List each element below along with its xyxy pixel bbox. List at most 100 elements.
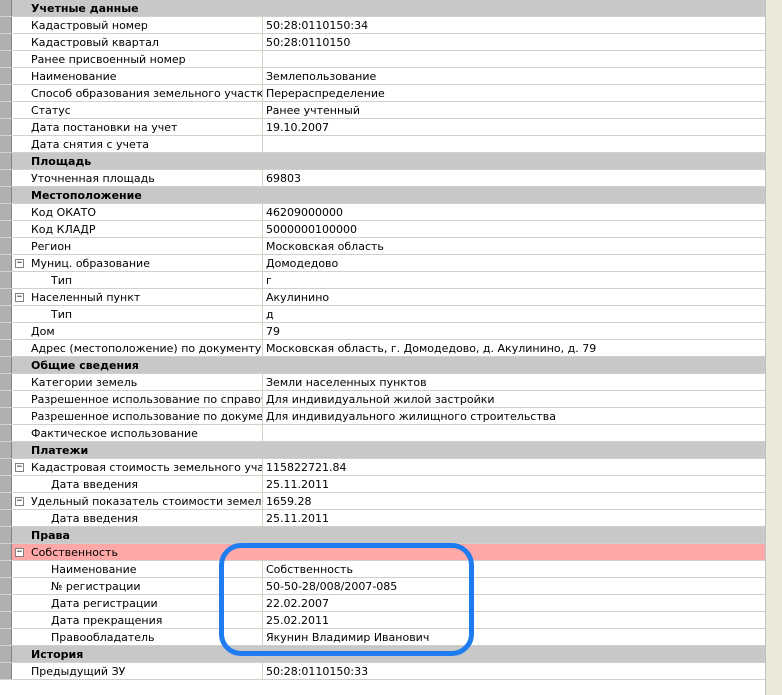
row-gutter <box>0 170 12 186</box>
property-value[interactable]: 5000000100000 <box>265 221 765 237</box>
row-gutter <box>0 476 12 492</box>
property-row[interactable]: Код КЛАДР 5000000100000 <box>0 221 765 238</box>
property-value[interactable]: 115822721.84 <box>265 459 765 475</box>
property-value[interactable]: 79 <box>265 323 765 339</box>
property-row[interactable]: Кадастровый номер 50:28:0110150:34 <box>0 17 765 34</box>
property-value[interactable]: 50:28:0110150:34 <box>265 17 765 33</box>
property-row[interactable]: Уточненная площадь 69803 <box>0 170 765 187</box>
category-label: Учетные данные <box>31 2 139 15</box>
property-row[interactable]: Дата снятия с учета <box>0 136 765 153</box>
property-value[interactable]: 25.11.2011 <box>265 476 765 492</box>
property-row[interactable]: Дом 79 <box>0 323 765 340</box>
property-row[interactable]: Статус Ранее учтенный <box>0 102 765 119</box>
property-row[interactable]: Разрешенное использование по документу Дл… <box>0 408 765 425</box>
row-gutter <box>0 272 12 288</box>
property-name: Кадастровая стоимость земельного участка <box>31 459 263 475</box>
property-value[interactable]: Московская область, г. Домодедово, д. Ак… <box>265 340 765 356</box>
property-value[interactable]: 69803 <box>265 170 765 186</box>
tree-node: − <box>12 459 28 475</box>
property-row[interactable]: Дата постановки на учет 19.10.2007 <box>0 119 765 136</box>
property-name: Удельный показатель стоимости земель <box>31 493 263 509</box>
category-label: Платежи <box>31 444 89 457</box>
row-gutter <box>0 204 12 220</box>
property-value[interactable]: Московская область <box>265 238 765 254</box>
property-value[interactable] <box>265 136 765 152</box>
row-gutter <box>0 306 12 322</box>
property-row[interactable]: Способ образования земельного участка Пер… <box>0 85 765 102</box>
property-row[interactable]: Кадастровый квартал 50:28:0110150 <box>0 34 765 51</box>
row-gutter <box>0 561 12 577</box>
property-value[interactable]: Перераспределение <box>265 85 765 101</box>
property-value[interactable]: 46209000000 <box>265 204 765 220</box>
property-row[interactable]: − Населенный пункт Акулинино <box>0 289 765 306</box>
property-name: Уточненная площадь <box>31 170 263 186</box>
property-row[interactable]: Дата введения 25.11.2011 <box>0 476 765 493</box>
property-value[interactable]: г <box>265 272 765 288</box>
row-gutter <box>0 221 12 237</box>
vertical-scrollbar[interactable] <box>765 0 782 695</box>
property-name: Код ОКАТО <box>31 204 263 220</box>
property-row[interactable]: − Муниц. образование Домодедово <box>0 255 765 272</box>
property-row[interactable]: −Кадастровая стоимость земельного участк… <box>0 459 765 476</box>
property-value[interactable]: Для индивидуального жилищного строительс… <box>265 408 765 424</box>
row-gutter <box>0 544 12 560</box>
row-gutter <box>0 391 12 407</box>
property-value[interactable]: Землепользование <box>265 68 765 84</box>
property-value[interactable]: Для индивидуальной жилой застройки <box>265 391 765 407</box>
property-row[interactable]: Предыдущий ЗУ 50:28:0110150:33 <box>0 663 765 680</box>
row-gutter <box>0 289 12 305</box>
property-row[interactable]: Тип д <box>0 306 765 323</box>
category-label: Местоположение <box>31 189 142 202</box>
row-gutter <box>0 578 12 594</box>
property-row[interactable]: Адрес (местоположение) по документу Моско… <box>0 340 765 357</box>
property-row[interactable]: − Удельный показатель стоимости земель 165… <box>0 493 765 510</box>
collapse-icon[interactable]: − <box>15 259 24 268</box>
property-value[interactable]: Домодедово <box>265 255 765 271</box>
property-row[interactable]: Код ОКАТО 46209000000 <box>0 204 765 221</box>
property-row[interactable]: Дата введения 25.11.2011 <box>0 510 765 527</box>
property-value[interactable]: 1659.28 <box>265 493 765 509</box>
tree-node: − <box>12 544 28 560</box>
row-gutter <box>0 255 12 271</box>
property-name: Способ образования земельного участка <box>31 85 263 101</box>
property-row[interactable]: Разрешенное использование по справочни Дл… <box>0 391 765 408</box>
property-row[interactable]: Категории земель Земли населенных пунктов <box>0 374 765 391</box>
property-value[interactable]: 25.11.2011 <box>265 510 765 526</box>
property-value[interactable]: Земли населенных пунктов <box>265 374 765 390</box>
collapse-icon[interactable]: − <box>15 497 24 506</box>
property-value[interactable] <box>265 425 765 441</box>
row-gutter <box>0 136 12 152</box>
property-name: Категории земель <box>31 374 263 390</box>
property-row[interactable]: Регион Московская область <box>0 238 765 255</box>
property-value[interactable]: Акулинино <box>265 289 765 305</box>
property-value[interactable]: Ранее учтенный <box>265 102 765 118</box>
tree-node: − <box>12 255 28 271</box>
row-gutter <box>0 68 12 84</box>
property-row[interactable]: Тип г <box>0 272 765 289</box>
row-gutter <box>0 408 12 424</box>
property-name: Адрес (местоположение) по документу <box>31 340 263 356</box>
property-value[interactable]: 19.10.2007 <box>265 119 765 135</box>
collapse-icon[interactable]: − <box>15 463 24 472</box>
property-row[interactable]: Наименование Землепользование <box>0 68 765 85</box>
property-name: Дата постановки на учет <box>31 119 263 135</box>
property-name: Предыдущий ЗУ <box>31 663 263 679</box>
property-value[interactable] <box>265 51 765 67</box>
property-row[interactable]: Ранее присвоенный номер <box>0 51 765 68</box>
collapse-icon[interactable]: − <box>15 548 24 557</box>
property-value[interactable]: 50:28:0110150 <box>265 34 765 50</box>
row-gutter <box>0 0 12 16</box>
category-label: Права <box>31 529 70 542</box>
property-name: Разрешенное использование по справочни <box>31 391 263 407</box>
collapse-icon[interactable]: − <box>15 293 24 302</box>
property-row[interactable]: Фактическое использование <box>0 425 765 442</box>
category-row: Учетные данные <box>0 0 765 17</box>
category-row: Общие сведения <box>0 357 765 374</box>
highlight-annotation <box>219 543 474 656</box>
row-gutter <box>0 51 12 67</box>
row-gutter <box>0 510 12 526</box>
property-name: Кадастровый номер <box>31 17 263 33</box>
property-value[interactable]: д <box>265 306 765 322</box>
property-value[interactable]: 50:28:0110150:33 <box>265 663 765 679</box>
row-gutter <box>0 17 12 33</box>
